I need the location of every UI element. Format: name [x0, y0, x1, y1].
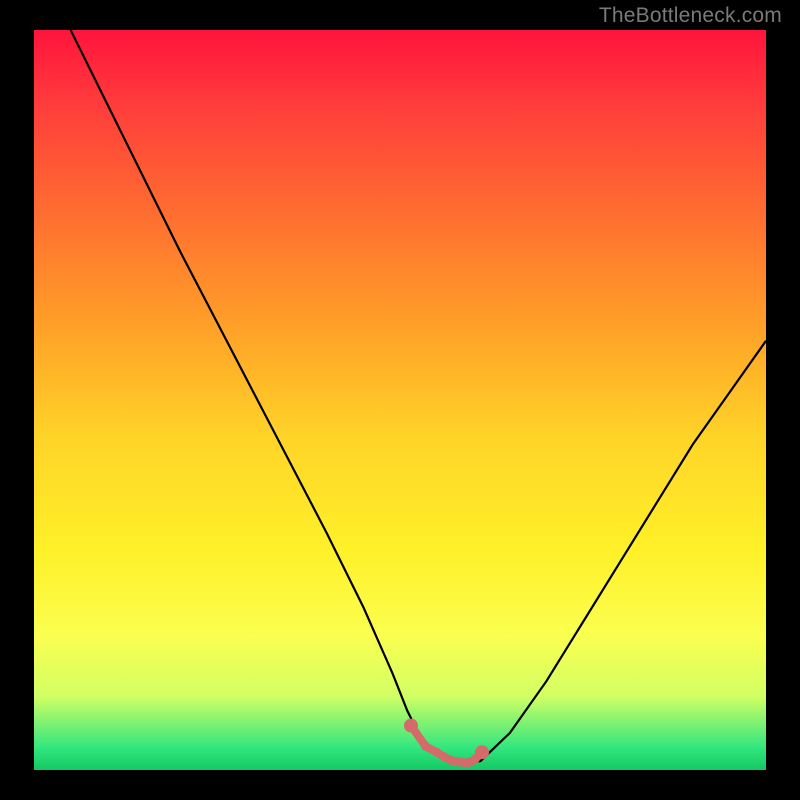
watermark-text: TheBottleneck.com — [599, 4, 782, 28]
marker-dot — [447, 756, 456, 765]
marker-dot — [475, 745, 489, 759]
chart-svg — [34, 30, 766, 770]
plot-area — [34, 30, 766, 770]
curve-markers — [404, 719, 489, 768]
chart-stage: TheBottleneck.com — [0, 0, 800, 800]
marker-dot — [421, 742, 430, 751]
bottleneck-curve — [71, 30, 766, 763]
marker-dot — [404, 719, 418, 733]
